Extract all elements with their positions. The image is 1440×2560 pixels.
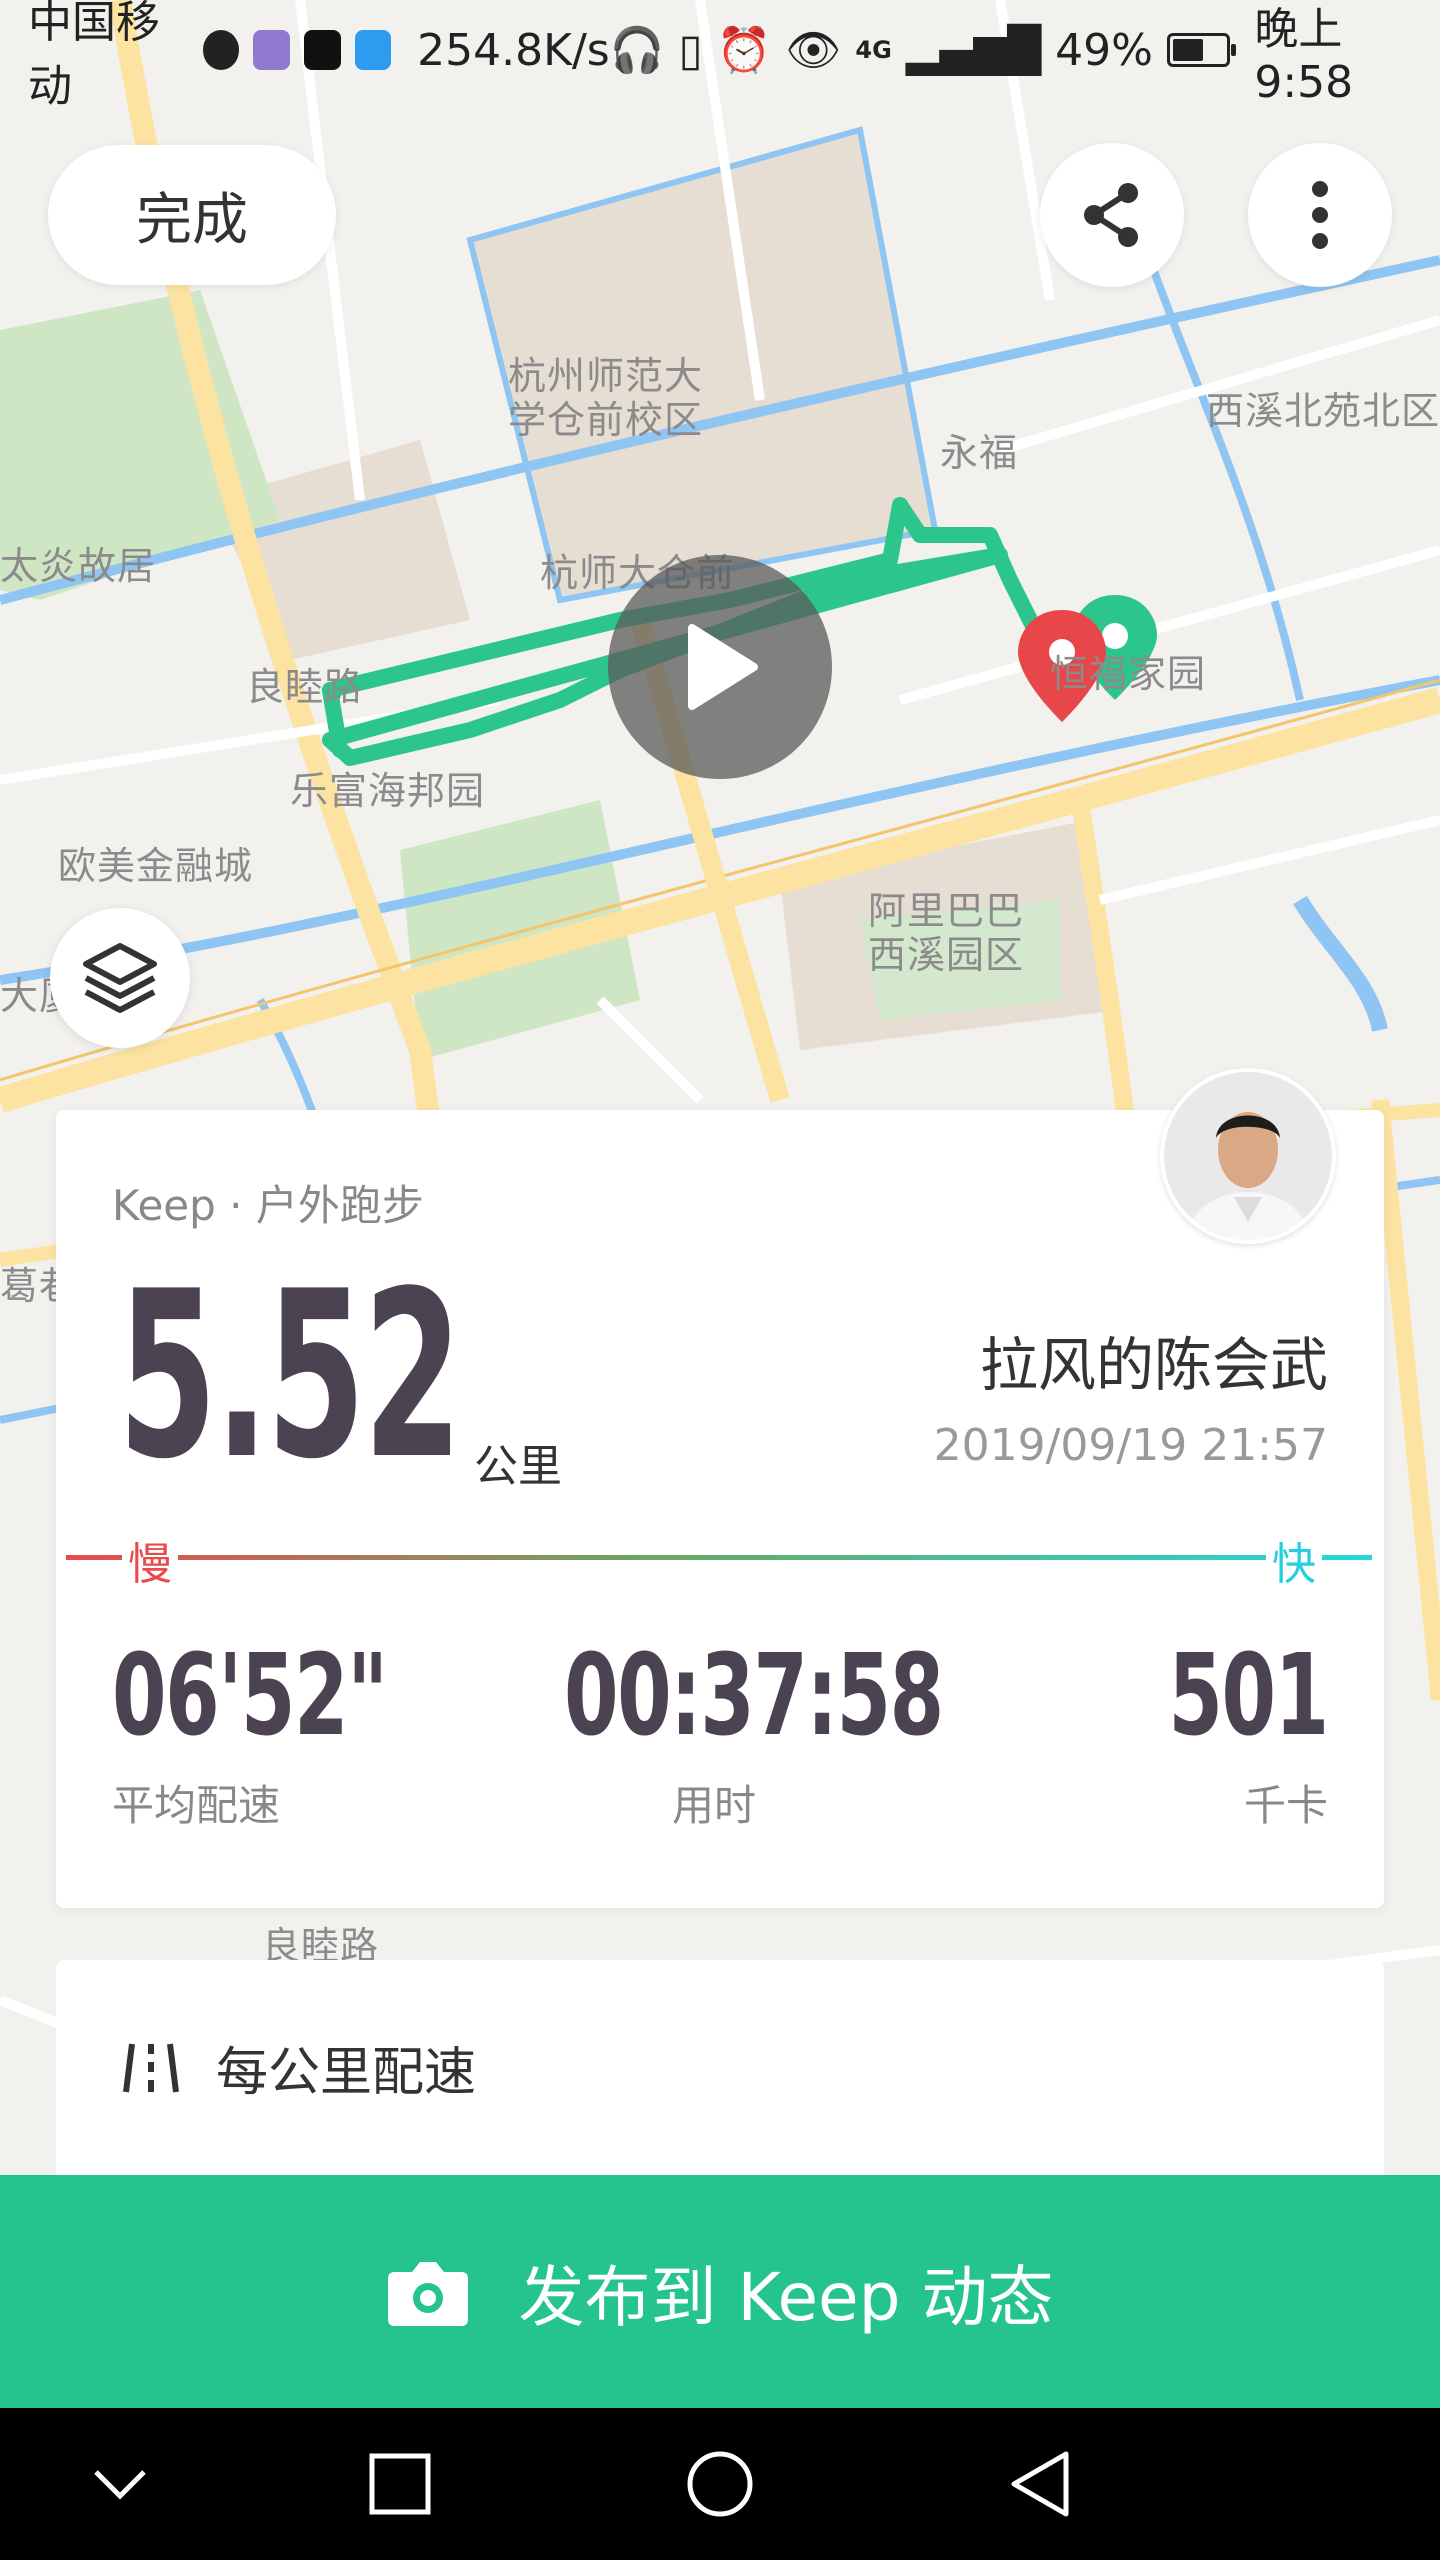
clock: 晚上9:58 — [1254, 3, 1354, 108]
nav-recents-button[interactable] — [352, 2436, 448, 2532]
map-label: 杭州师范大 学仓前校区 — [508, 354, 704, 442]
nav-back-button[interactable] — [992, 2436, 1088, 2532]
map-label: 良睦路 — [246, 665, 364, 709]
share-icon — [1084, 183, 1138, 247]
camera-icon — [388, 2261, 469, 2326]
pace-slow-label: 慢 — [122, 1528, 178, 1592]
avg-pace-label: 平均配速 — [112, 1781, 281, 1830]
layers-icon — [83, 943, 157, 1013]
headphones-icon: 🎧 — [609, 25, 665, 76]
user-photo — [1164, 1072, 1332, 1240]
distance-value: 5.52 — [118, 1243, 462, 1510]
nav-home-button[interactable] — [672, 2436, 768, 2532]
publish-button[interactable]: 发布到 Keep 动态 — [0, 2175, 1440, 2408]
share-button[interactable] — [1040, 143, 1184, 287]
battery-icon — [1166, 33, 1237, 67]
signal-4g-label: 4G — [855, 36, 892, 64]
user-name[interactable]: 拉风的陈会武 — [980, 1318, 1328, 1402]
more-vertical-icon — [1312, 181, 1328, 249]
map-label: 永福 — [940, 431, 1019, 475]
splits-icon — [123, 2043, 179, 2092]
replay-button[interactable] — [608, 555, 832, 779]
pace-gradient-legend — [66, 1555, 1372, 1560]
avg-pace-value: 06'52" — [112, 1631, 388, 1761]
map-label: 欧美金融城 — [58, 844, 254, 888]
map-label: 西溪北苑北区 — [1206, 389, 1440, 433]
more-button[interactable] — [1248, 143, 1392, 287]
pace-fast-label: 快 — [1266, 1528, 1322, 1592]
back-triangle-icon — [1011, 2451, 1069, 2517]
system-nav-bar — [0, 2408, 1440, 2560]
map-label: 恒福家园 — [1050, 652, 1207, 696]
circle-home-icon — [687, 2451, 753, 2517]
status-bar: 中国移动 254.8K/s 🎧 ▯ ⏰ 👁 4G ▂▄▆█ 49% 晚上9:58 — [0, 0, 1440, 112]
vibrate-icon: ▯ — [678, 24, 703, 76]
map-label: 太炎故居 — [0, 544, 157, 588]
publish-label: 发布到 Keep 动态 — [518, 2258, 1054, 2336]
message-app-icon — [354, 30, 392, 70]
globe-icon — [202, 30, 240, 70]
tiktok-icon — [304, 30, 341, 70]
app-k-icon — [253, 30, 291, 70]
signal-icon: ▂▄▆█ — [905, 24, 1042, 76]
distance-unit: 公里 — [474, 1441, 562, 1492]
run-datetime: 2019/09/19 21:57 — [933, 1420, 1328, 1471]
avatar[interactable] — [1160, 1068, 1336, 1244]
duration-label: 用时 — [672, 1781, 757, 1830]
duration-value: 00:37:58 — [564, 1631, 944, 1761]
splits-title: 每公里配速 — [216, 2043, 477, 2103]
calories-value: 501 — [1168, 1631, 1330, 1761]
per-km-pace-section[interactable]: 每公里配速 — [56, 1960, 1384, 2175]
map-layers-button[interactable] — [50, 908, 190, 1048]
square-icon — [369, 2453, 431, 2515]
calories-label: 千卡 — [1243, 1781, 1328, 1830]
done-button[interactable]: 完成 — [48, 145, 336, 285]
chevron-down-icon — [94, 2470, 146, 2500]
map-label: 乐富海邦园 — [290, 769, 486, 813]
play-icon — [688, 624, 758, 710]
nav-collapse-button[interactable] — [72, 2436, 168, 2532]
alarm-icon: ⏰ — [716, 25, 772, 76]
battery-percent: 49% — [1055, 24, 1153, 76]
activity-source: Keep · 户外跑步 — [112, 1181, 424, 1230]
network-speed: 254.8K/s — [417, 24, 610, 76]
map-label: 阿里巴巴 西溪园区 — [868, 889, 1025, 977]
eye-icon: 👁 — [785, 25, 842, 76]
carrier-name: 中国移动 — [28, 0, 160, 112]
